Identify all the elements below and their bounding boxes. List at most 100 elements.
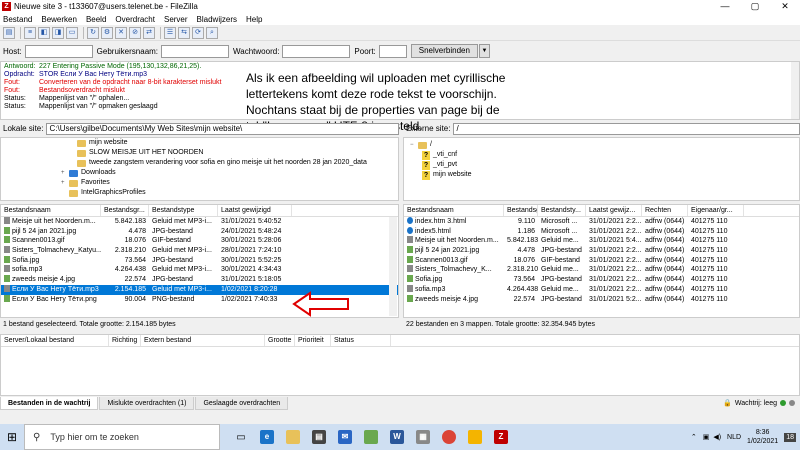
table-row[interactable]: index5.html 1.186 Microsoft ... 31/01/2021 … [404,226,799,237]
table-row[interactable]: zweeds meisje 4.jpg 22.574 JPG-bestand 31/0… [404,294,799,305]
disconnect-icon[interactable]: ⊘ [129,26,141,39]
site-manager-icon[interactable]: ▤ [3,26,15,39]
find-icon[interactable]: ⌕ [206,26,218,39]
table-row[interactable]: Sisters_Tolmachevy_K... 2.318.210 Geluid m… [404,265,799,275]
minimize-button[interactable]: — [710,0,740,13]
column-header[interactable]: Rechten [642,205,688,216]
language-indicator[interactable]: NLD [727,434,741,441]
tab-queued-files[interactable]: Bestanden in de wachtrij [0,397,99,410]
menu-beeld[interactable]: Beeld [86,15,106,24]
chrome-icon[interactable] [436,424,462,450]
refresh-icon[interactable]: ↻ [87,26,99,39]
local-list-scrollbar[interactable] [389,217,397,316]
taskbar-search[interactable]: ⚲ Typ hier om te zoeken [24,424,220,450]
toggle-remote-tree-icon[interactable]: ◨ [52,26,64,39]
table-row[interactable]: index.htm 3.html 9.110 Microsoft ... 31/01/… [404,217,799,227]
volume-icon[interactable]: ◀) [713,433,721,441]
cancel-icon[interactable]: ✕ [115,26,127,39]
file-explorer-icon[interactable] [280,424,306,450]
table-row[interactable]: Scannen0013.gif 18.076 GIF-bestand 30/01/20… [1,236,398,246]
column-header[interactable]: Bestandsgr... [504,205,538,216]
quickconnect-button[interactable]: Snelverbinden [410,44,478,58]
table-row[interactable]: Scannen0013.gif 18.076 GIF-bestand 31/01/20… [404,255,799,266]
table-row[interactable]: Sisters_Tolmachevy_Katyu... 2.318.210 Gelu… [1,246,398,256]
sync-browse-icon[interactable]: ⟳ [192,26,204,39]
column-header[interactable]: Bestandsnaam [404,205,504,216]
reconnect-icon[interactable]: ⇄ [143,26,155,39]
compare-icon[interactable]: ⇆ [178,26,190,39]
table-row[interactable]: zweeds meisje 4.jpg 22.574 JPG-bestand 31/0… [1,275,398,285]
table-row[interactable]: sofia.mp3 4.264.438 Geluid met MP3-i... 30/… [1,265,398,275]
tree-item[interactable]: + Favorites [1,178,398,188]
table-row[interactable]: Sofia.jpg 73.564 JPG-bestand 31/01/2021 2:2… [404,275,799,285]
tab-successful-transfers[interactable]: Geslaagde overdrachten [195,397,289,410]
table-row[interactable]: pijl 5 24 jan 2021.jpg 4.478 JPG-bestand 31… [404,246,799,256]
tree-item[interactable]: IntelGraphicsProfiles [1,188,398,198]
expand-icon[interactable]: + [61,178,69,188]
filezilla-taskbar-icon[interactable]: Z [488,424,514,450]
host-input[interactable] [24,44,93,58]
local-site-path[interactable]: C:\Users\gilbe\Documents\My Web Sites\mi… [46,122,399,135]
column-header[interactable]: Status [331,335,391,346]
menu-server[interactable]: Server [164,15,188,24]
column-header[interactable]: Extern bestand [141,335,265,346]
tree-item[interactable]: + Downloads [1,168,398,178]
tree-item[interactable]: ? _vti_cnf [404,150,799,160]
paint-icon[interactable] [462,424,488,450]
table-row[interactable]: sofia.mp3 4.264.438 Geluid me... 31/01/2021… [404,284,799,295]
table-row[interactable]: pijl 5 24 jan 2021.jpg 4.478 JPG-bestand 24… [1,226,398,237]
edge-icon[interactable]: e [254,424,280,450]
word-icon[interactable]: W [384,424,410,450]
column-header[interactable]: Prioriteit [295,335,331,346]
toggle-queue-icon[interactable]: ▭ [66,26,78,39]
store-icon[interactable]: ▤ [306,424,332,450]
column-header[interactable]: Server/Lokaal bestand [1,335,109,346]
filter-icon[interactable]: ☰ [164,26,176,39]
column-header[interactable]: Bestandstype [149,205,218,216]
column-header[interactable]: Bestandsgr... [101,205,149,216]
photos-icon[interactable] [358,424,384,450]
tree-item[interactable]: − / [404,140,799,150]
column-header[interactable]: Grootte [265,335,295,346]
column-header[interactable]: Richting [109,335,141,346]
tree-item[interactable]: SLOW MEISJE UIT HET NOORDEN [1,148,398,158]
calendar-icon[interactable]: ▦ [410,424,436,450]
table-row[interactable]: Meisje uit het Noorden.m... 5.842.183 Gelu… [404,236,799,246]
task-view-icon[interactable]: ▭ [228,424,254,450]
password-input[interactable] [282,44,351,58]
toggle-log-icon[interactable]: ≡ [24,26,36,39]
remote-site-path[interactable]: / [453,122,800,135]
column-header[interactable]: Laatst gewijz... [586,205,642,216]
column-header[interactable]: Bestandsnaam [1,205,101,216]
port-input[interactable] [378,44,407,58]
notification-icon[interactable]: 18 [784,432,796,442]
column-header[interactable]: Bestandsty... [538,205,586,216]
menu-bladwijzers[interactable]: Bladwijzers [197,15,237,24]
clock[interactable]: 8:36 1/02/2021 [747,428,778,446]
column-header[interactable]: Laatst gewijzigd [218,205,292,216]
collapse-icon[interactable]: − [410,140,418,150]
close-button[interactable]: ✕ [770,0,800,13]
menu-help[interactable]: Help [246,15,262,24]
username-input[interactable] [161,44,230,58]
table-row[interactable]: Meisje uit het Noorden.m... 5.842.183 Gelu… [1,217,398,227]
mail-icon[interactable]: ✉ [332,424,358,450]
tree-item[interactable]: mijn website [1,138,398,148]
quickconnect-dropdown-icon[interactable]: ▼ [478,44,490,58]
process-queue-icon[interactable]: ⚙ [101,26,113,39]
tree-item[interactable]: ? _vti_pvt [404,160,799,170]
table-row[interactable]: Sofia.jpg 73.564 JPG-bestand 30/01/2021 5:5… [1,255,398,266]
log-scrollbar[interactable] [791,62,799,119]
tree-item[interactable]: ? mijn website [404,170,799,180]
toggle-local-tree-icon[interactable]: ◧ [38,26,50,39]
menu-bestand[interactable]: Bestand [3,15,32,24]
tab-failed-transfers[interactable]: Mislukte overdrachten (1) [99,397,195,410]
windows-start-icon[interactable]: ⊞ [0,424,24,450]
column-header[interactable]: Eigenaar/gr... [688,205,744,216]
expand-icon[interactable]: + [61,168,69,178]
maximize-button[interactable]: ▢ [740,0,770,13]
network-icon[interactable]: ▣ [703,433,710,441]
menu-bewerken[interactable]: Bewerken [41,15,77,24]
chevron-up-icon[interactable]: ⌃ [691,433,697,441]
menu-overdracht[interactable]: Overdracht [115,15,155,24]
